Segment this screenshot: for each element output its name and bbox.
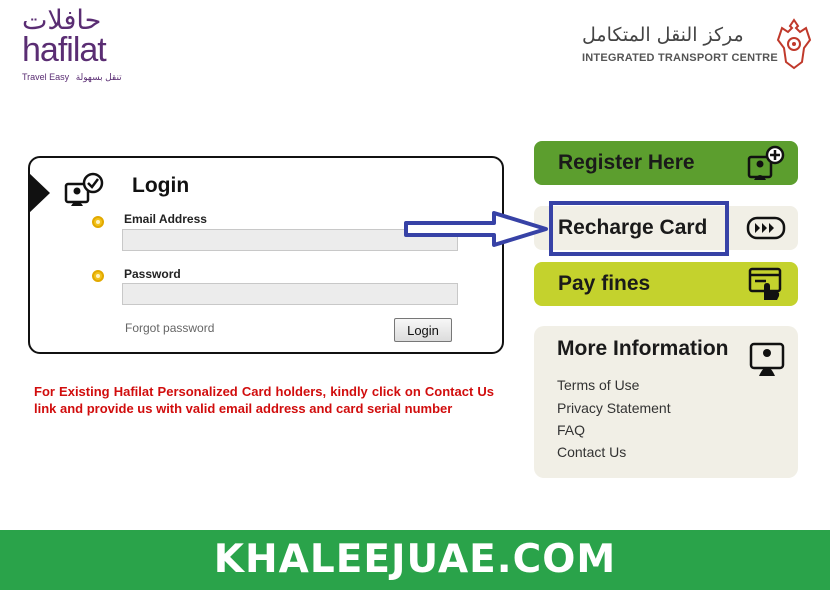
login-panel: Login Email Address Password Forgot pass… [28, 156, 504, 354]
hafilat-logo[interactable]: حافلات hafilat Travel Easy تنقل بسهولة [22, 6, 132, 86]
terms-of-use-link[interactable]: Terms of Use [557, 377, 639, 393]
login-title: Login [132, 174, 190, 197]
contact-us-link[interactable]: Contact Us [557, 444, 626, 460]
password-field[interactable] [122, 283, 458, 305]
tagline-english: Travel Easy [22, 72, 70, 82]
itc-logo-english: INTEGRATED TRANSPORT CENTRE [582, 52, 778, 64]
hafilat-logo-latin: hafilat [22, 31, 107, 69]
register-label: Register Here [558, 151, 695, 174]
watermark-text: KHALEEJUAE.COM [213, 537, 617, 582]
hafilat-tagline: Travel Easy تنقل بسهولة [22, 72, 132, 83]
user-add-icon [747, 145, 785, 180]
recharge-highlight [549, 201, 729, 256]
login-button[interactable]: Login [394, 318, 452, 342]
notice-text: For Existing Hafilat Personalized Card h… [34, 384, 494, 416]
itc-logo[interactable]: مركز النقل المتكامل INTEGRATED TRANSPORT… [582, 18, 812, 74]
password-bullet-icon [92, 270, 104, 282]
faq-link[interactable]: FAQ [557, 422, 585, 438]
more-information-title: More Information [557, 337, 729, 360]
register-button[interactable]: Register Here [534, 141, 798, 185]
more-information-panel: More Information Terms of Use Privacy St… [534, 326, 798, 478]
pointer-arrow-icon [404, 211, 548, 247]
fast-forward-icon [746, 216, 786, 240]
pay-fines-label: Pay fines [558, 272, 651, 295]
user-check-icon [64, 172, 104, 206]
email-label: Email Address [124, 212, 207, 226]
itc-logo-arabic: مركز النقل المتكامل [582, 24, 744, 46]
privacy-statement-link[interactable]: Privacy Statement [557, 400, 671, 416]
password-label: Password [124, 267, 181, 281]
watermark-banner: KHALEEJUAE.COM [0, 530, 830, 590]
card-hand-icon [748, 267, 782, 300]
info-person-icon [749, 342, 785, 376]
email-bullet-icon [92, 216, 104, 228]
panel-arrow-icon [28, 172, 50, 214]
falcon-emblem-icon [776, 18, 812, 70]
forgot-password-link[interactable]: Forgot password [125, 321, 214, 335]
pay-fines-button[interactable]: Pay fines [534, 262, 798, 306]
tagline-arabic: تنقل بسهولة [75, 72, 122, 82]
